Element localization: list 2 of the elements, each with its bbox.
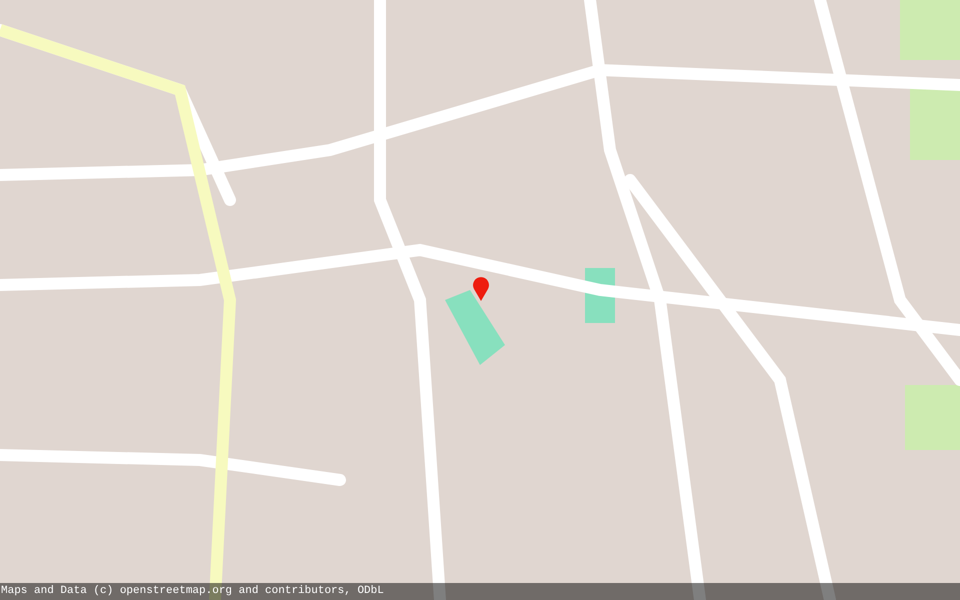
attribution-text: Maps and Data (c) openstreetmap.org and contributors, ODbL <box>0 586 384 597</box>
map-marker-icon[interactable] <box>472 276 490 301</box>
